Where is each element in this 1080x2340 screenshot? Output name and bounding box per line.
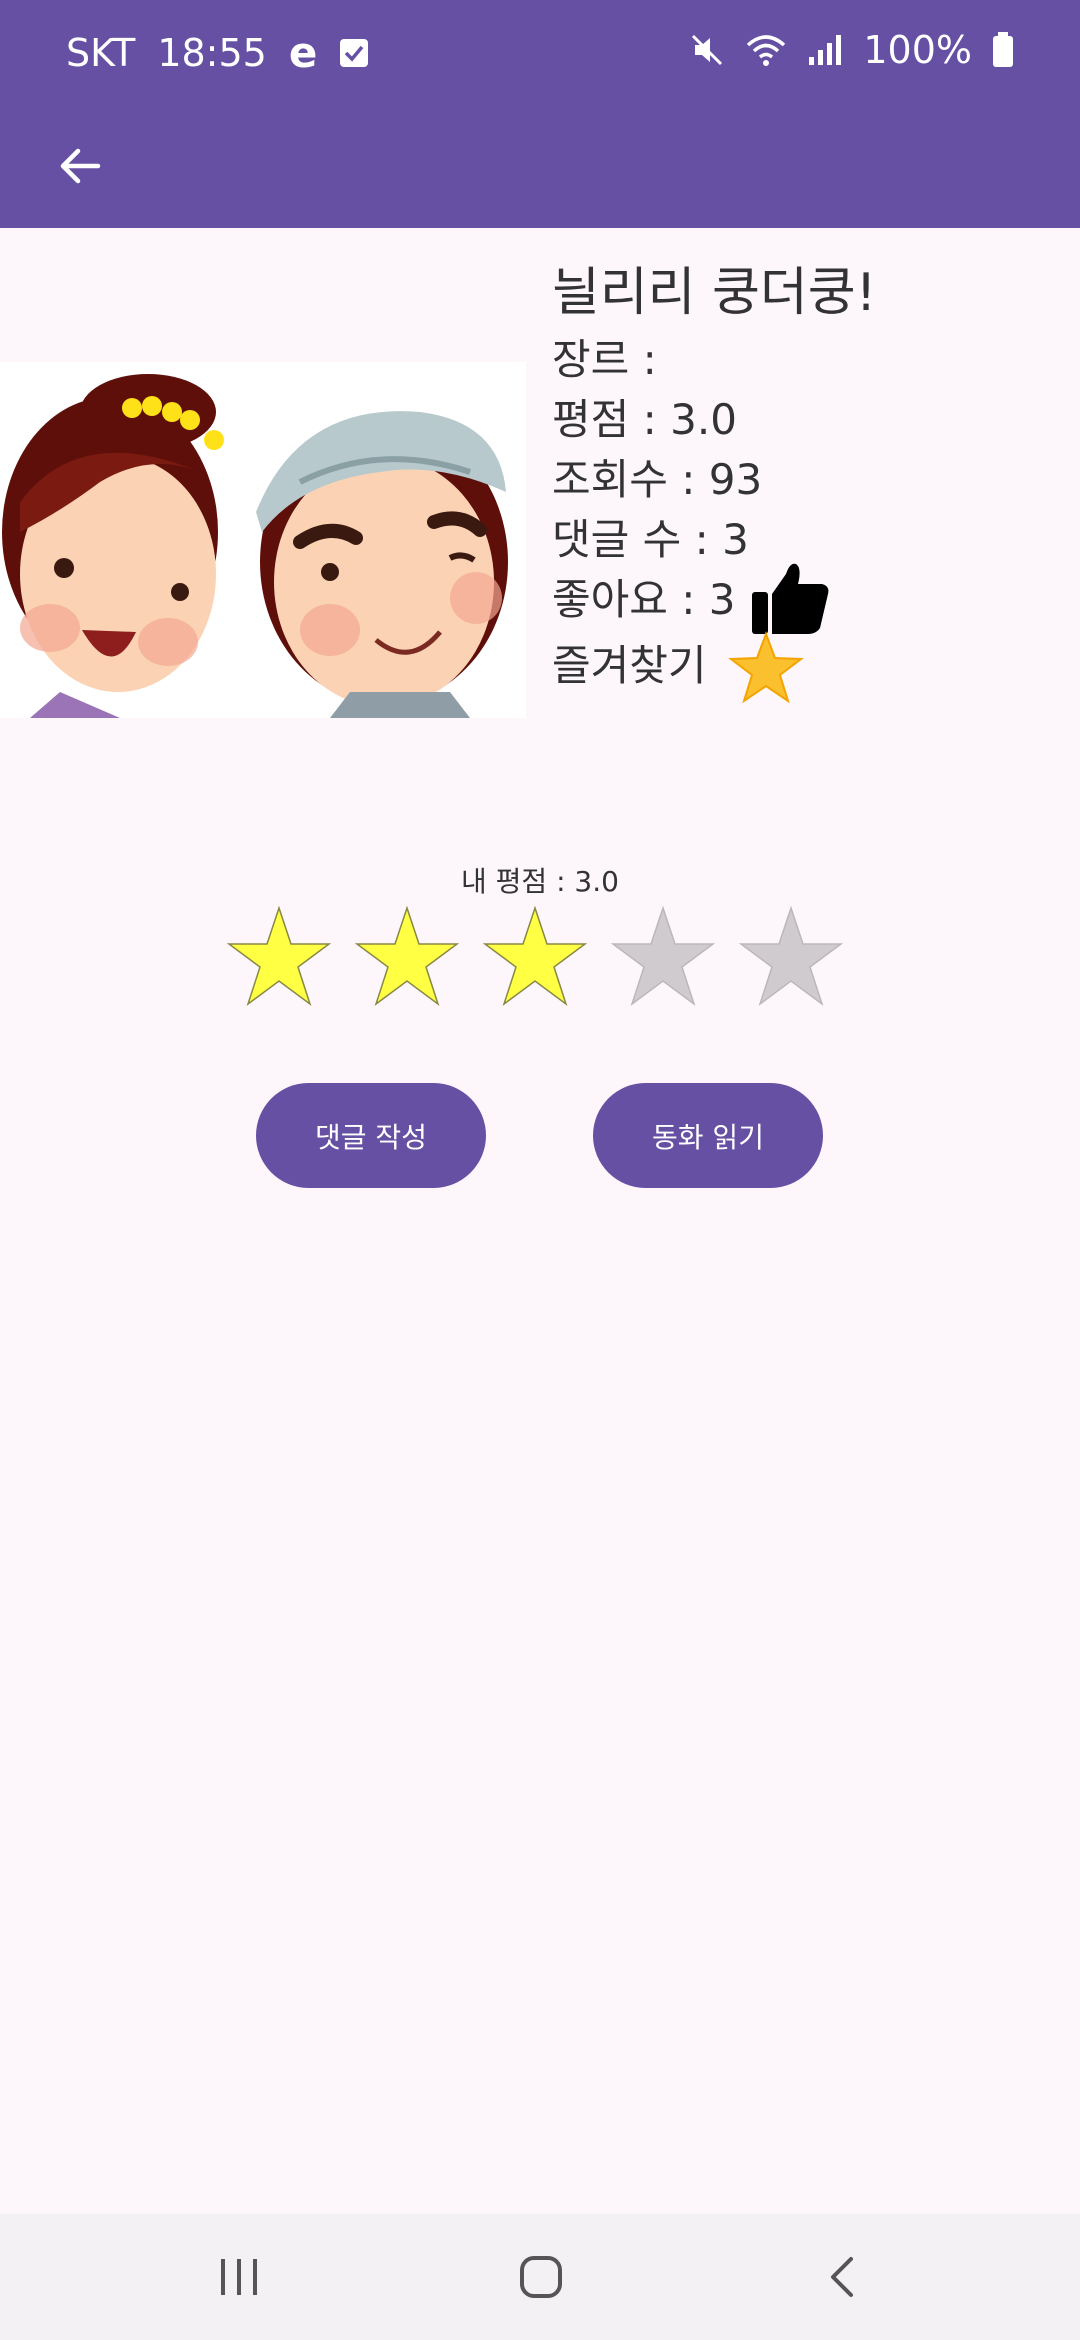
- story-cover-image: [0, 362, 526, 718]
- signal-icon: [809, 35, 842, 65]
- write-comment-button[interactable]: 댓글 작성: [256, 1083, 486, 1188]
- rating-star-4[interactable]: [610, 904, 716, 1010]
- back-button[interactable]: [44, 130, 116, 202]
- mute-icon: [692, 34, 723, 66]
- home-icon: [520, 2256, 562, 2298]
- genre-label: 장르 :: [552, 335, 657, 384]
- app-bar: [0, 104, 1080, 228]
- system-nav-bar: [0, 2214, 1080, 2340]
- rating-star-3[interactable]: [482, 904, 588, 1010]
- recents-icon: [221, 2259, 257, 2295]
- favorite-label: 즐겨찾기: [552, 641, 707, 690]
- clock: 18:55: [157, 30, 267, 75]
- checkbox-notification-icon: [340, 38, 369, 67]
- wifi-icon: [747, 35, 786, 66]
- nav-back-button[interactable]: [810, 2244, 876, 2310]
- status-left: SKT 18:55 e: [66, 28, 369, 77]
- rating-star-5[interactable]: [738, 904, 844, 1010]
- rating-star-2[interactable]: [354, 904, 460, 1010]
- thumbs-up-icon[interactable]: [750, 558, 830, 638]
- battery-percent: 100%: [863, 28, 972, 72]
- likes-row: 좋아요 : 3: [552, 563, 1072, 634]
- back-icon: [831, 2257, 853, 2297]
- battery-icon: [993, 32, 1013, 67]
- rating-bar[interactable]: [226, 904, 844, 1010]
- likes-label: 좋아요 : 3: [552, 575, 736, 624]
- story-info: 늴리리 쿵더쿵! 장르 : 평점 : 3.0 조회수 : 93 댓글 수 : 3…: [552, 256, 1072, 704]
- gold-star-icon[interactable]: [728, 630, 804, 706]
- status-bar: SKT 18:55 e 100%: [0, 0, 1080, 104]
- story-title: 늴리리 쿵더쿵!: [552, 263, 877, 323]
- views-label: 조회수 : 93: [552, 455, 763, 504]
- status-right: 100%: [689, 28, 1014, 72]
- arrow-left-icon: [60, 148, 101, 184]
- carrier-label: SKT: [66, 30, 136, 75]
- my-rating-label: 내 평점 : 3.0: [461, 865, 619, 898]
- recents-button[interactable]: [206, 2244, 272, 2310]
- home-button[interactable]: [508, 2244, 574, 2310]
- read-story-button[interactable]: 동화 읽기: [593, 1083, 823, 1188]
- favorite-row: 즐겨찾기: [552, 631, 1072, 704]
- rating-star-1[interactable]: [226, 904, 332, 1010]
- rating-label: 평점 : 3.0: [552, 395, 737, 444]
- browser-notification-icon: e: [288, 28, 318, 77]
- cartoon-couple-illustration: [0, 362, 526, 718]
